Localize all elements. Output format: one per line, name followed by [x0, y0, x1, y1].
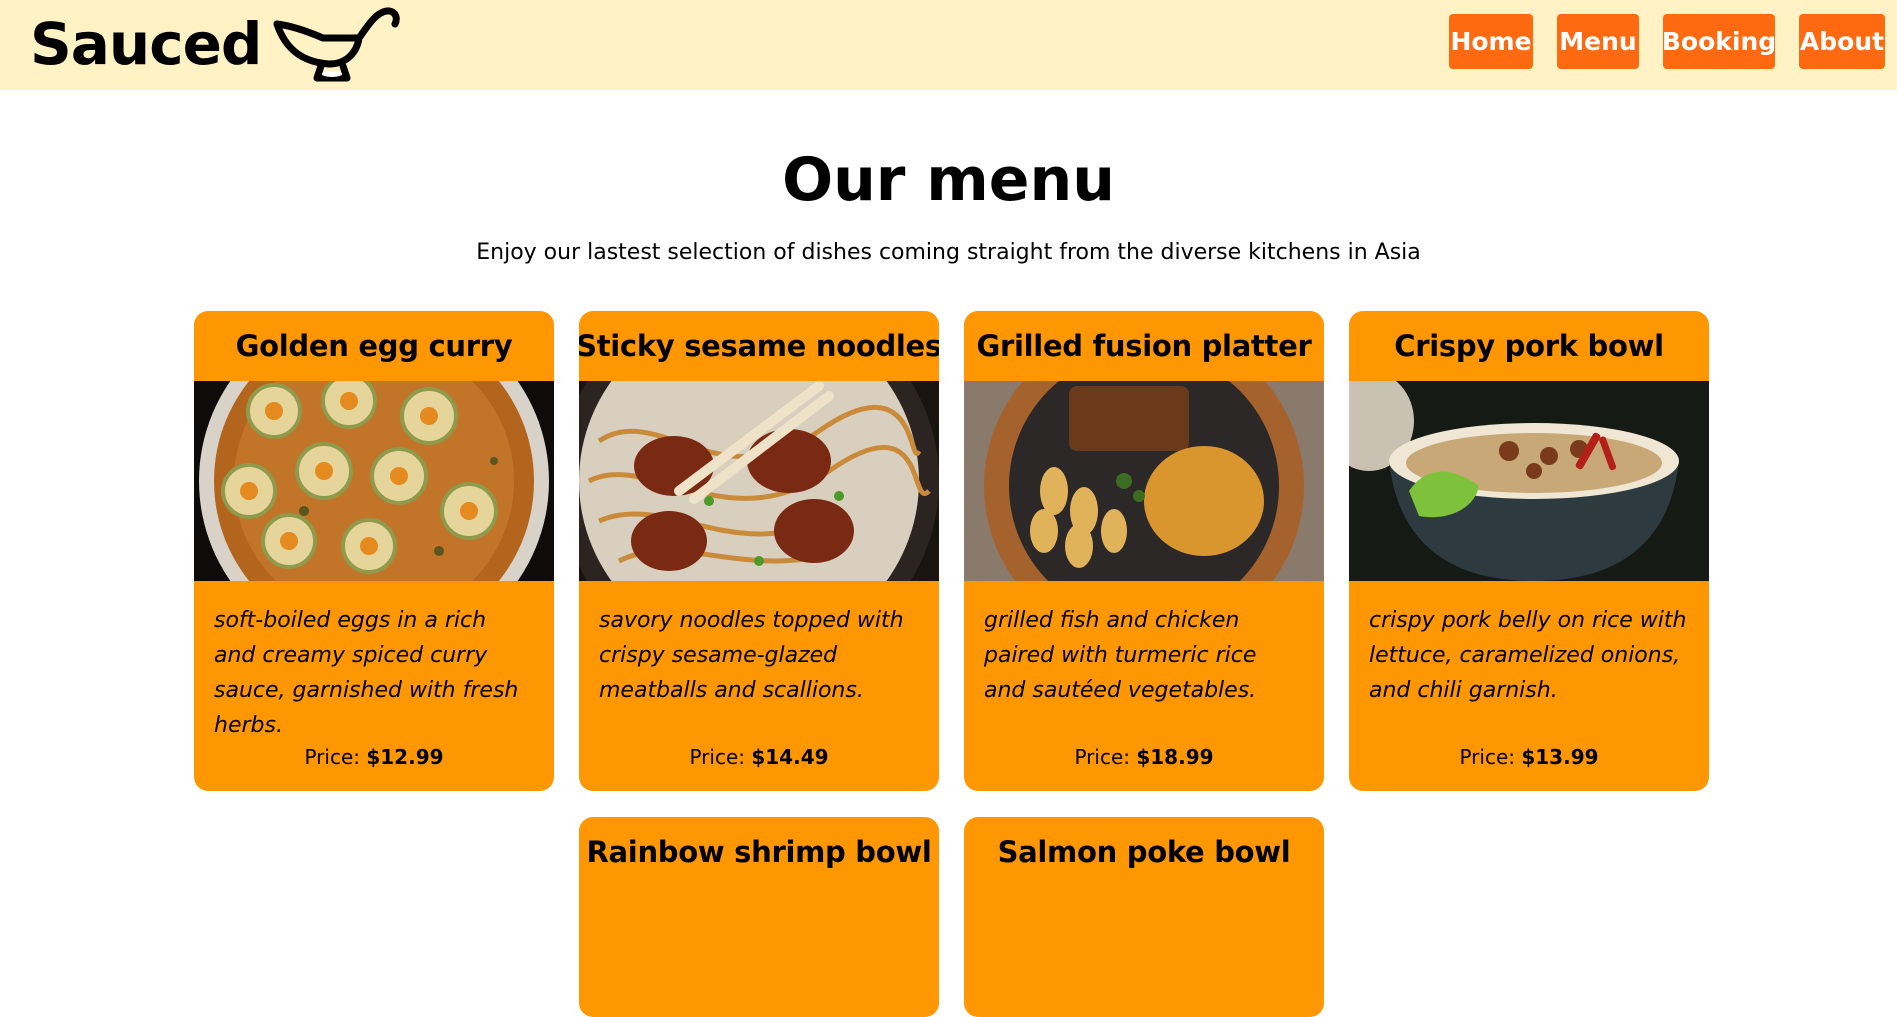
- nav-booking-button[interactable]: Booking: [1662, 14, 1776, 69]
- dish-image-golden-egg-curry: [194, 381, 554, 581]
- gravy-boat-icon: [273, 7, 401, 82]
- price-value: $18.99: [1136, 745, 1214, 769]
- page-subtitle: Enjoy our lastest selection of dishes co…: [476, 240, 1421, 265]
- dish-price: Price: $18.99: [964, 745, 1324, 769]
- price-label: Price:: [1459, 745, 1515, 769]
- price-value: $12.99: [366, 745, 444, 769]
- menu-card: Grilled fusion platter grilled fish and …: [964, 311, 1324, 791]
- price-value: $13.99: [1521, 745, 1599, 769]
- price-label: Price:: [1074, 745, 1130, 769]
- dish-price: Price: $13.99: [1349, 745, 1709, 769]
- dish-name: Rainbow shrimp bowl: [586, 835, 932, 869]
- dish-description: grilled fish and chicken paired with tur…: [984, 608, 1257, 703]
- nav-home-button[interactable]: Home: [1449, 14, 1533, 69]
- dish-name: Golden egg curry: [235, 329, 513, 363]
- price-value: $14.49: [751, 745, 829, 769]
- menu-card: Salmon poke bowl: [964, 817, 1324, 1017]
- dish-price: Price: $12.99: [194, 745, 554, 769]
- dish-description: soft-boiled eggs in a rich and creamy sp…: [214, 608, 519, 738]
- top-navigation-bar: Sauced Home Menu Booking About: [0, 0, 1897, 90]
- dish-image-sticky-sesame-noodles: [579, 381, 939, 581]
- dish-name: Salmon poke bowl: [997, 835, 1291, 869]
- page-title: Our menu: [782, 145, 1115, 215]
- dish-image-crispy-pork-bowl: [1349, 381, 1709, 581]
- menu-card: Rainbow shrimp bowl: [579, 817, 939, 1017]
- price-label: Price:: [689, 745, 745, 769]
- brand-name: Sauced: [30, 10, 262, 78]
- dish-name: Grilled fusion platter: [976, 329, 1312, 363]
- dish-price: Price: $14.49: [579, 745, 939, 769]
- menu-card: Golden egg curry soft-boiled eggs in a r…: [194, 311, 554, 791]
- menu-card: Crispy pork bowl crispy pork belly on ri…: [1349, 311, 1709, 791]
- menu-card: Sticky sesame noodles savory noodles top…: [579, 311, 939, 791]
- dish-description: savory noodles topped with crispy sesame…: [599, 608, 904, 703]
- main-nav: Home Menu Booking About: [1425, 14, 1885, 69]
- brand-logo-link[interactable]: Sauced: [30, 2, 403, 86]
- nav-menu-button[interactable]: Menu: [1557, 14, 1639, 69]
- dish-description: crispy pork belly on rice with lettuce, …: [1369, 608, 1687, 703]
- dish-name: Crispy pork bowl: [1394, 329, 1664, 363]
- dish-name: Sticky sesame noodles: [579, 329, 939, 363]
- price-label: Price:: [304, 745, 360, 769]
- nav-about-button[interactable]: About: [1799, 14, 1885, 69]
- dish-image-grilled-fusion-platter: [964, 381, 1324, 581]
